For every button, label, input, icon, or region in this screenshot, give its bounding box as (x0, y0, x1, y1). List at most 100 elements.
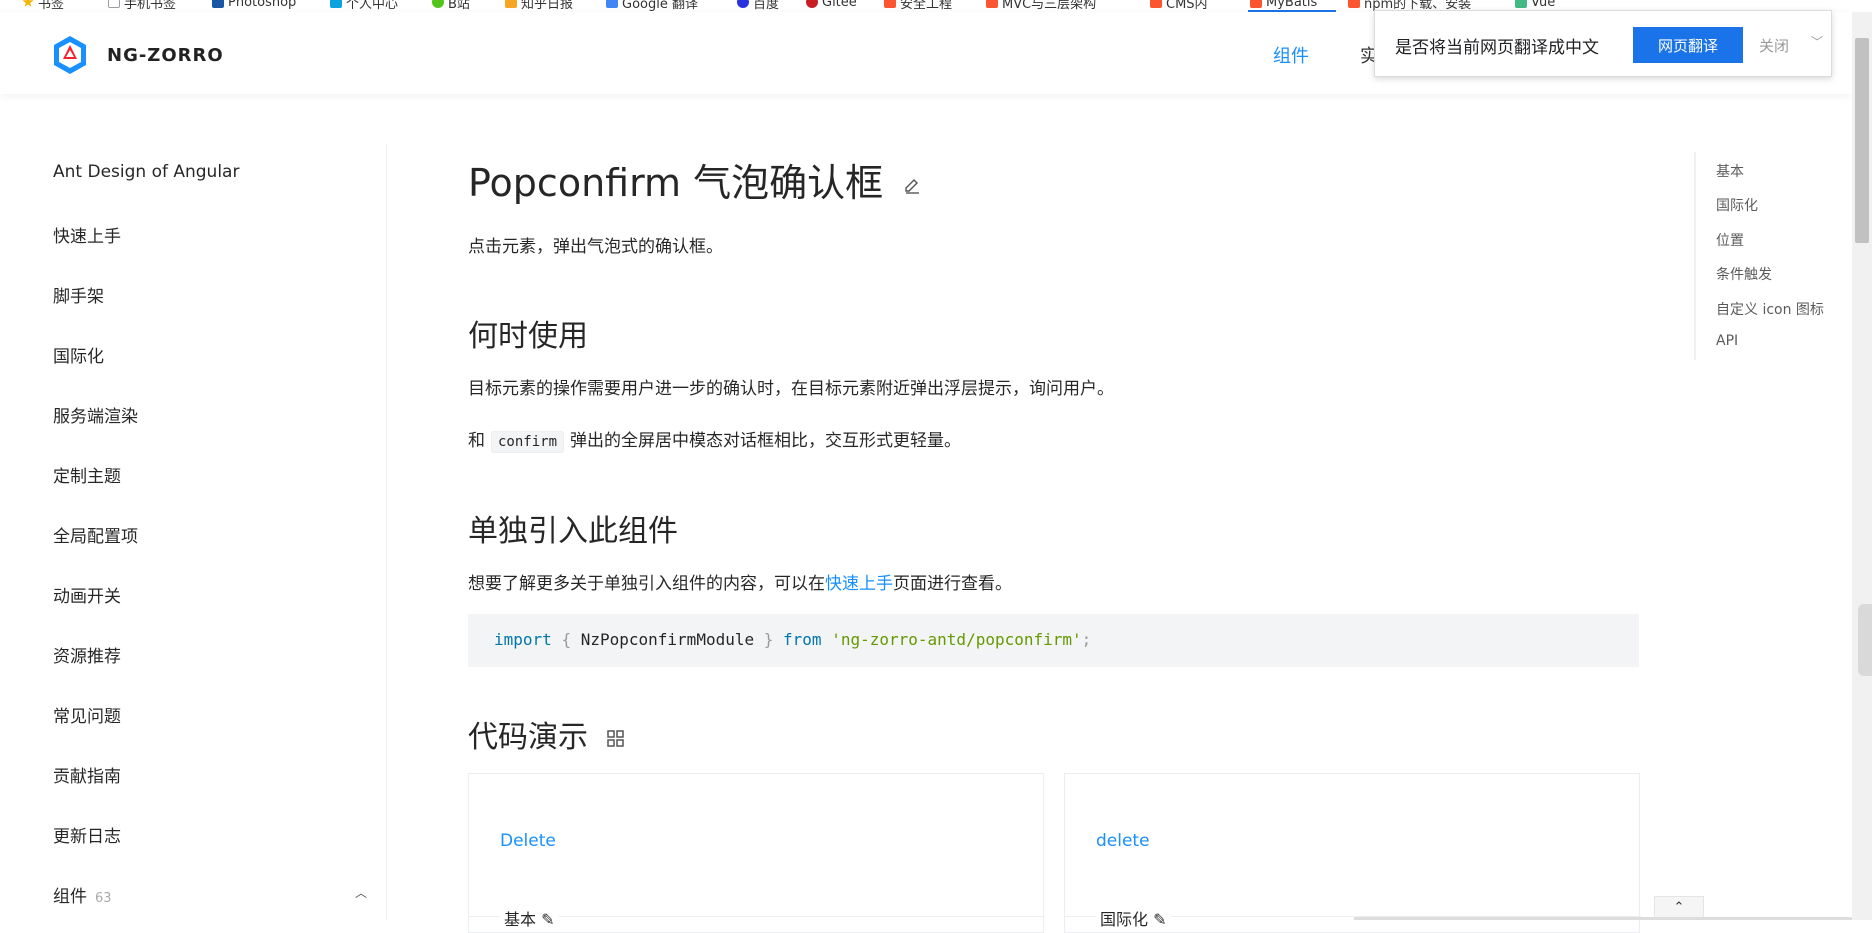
sidebar-item-theme[interactable]: 定制主题 (53, 462, 121, 487)
nav-components[interactable]: 组件 (1273, 42, 1309, 68)
csdn-icon (1250, 0, 1262, 8)
bookmark-label: 百度 (753, 0, 780, 12)
text: 页面进行查看。 (893, 574, 1012, 594)
delete-link[interactable]: delete (1096, 831, 1150, 851)
csdn-icon (986, 0, 998, 8)
bookmark-label: Gitee (822, 0, 857, 10)
text: 弹出的全屏居中模态对话框相比，交互形式更轻量。 (570, 431, 962, 451)
sidebar-item-contributing[interactable]: 贡献指南 (53, 762, 121, 787)
sidebar-item-label: 组件 (53, 887, 87, 907)
bookmark-label: MyBatis (1266, 0, 1318, 10)
anchor-item-api[interactable]: API (1716, 333, 1738, 349)
expand-all-icon[interactable] (606, 729, 626, 749)
text: 想要了解更多关于单独引入组件的内容，可以在 (468, 574, 825, 594)
import-code-block[interactable]: import { NzPopconfirmModule } from 'ng-z… (468, 614, 1639, 667)
bookmark-item[interactable]: Gitee (806, 0, 857, 10)
sidebar-item-components[interactable]: 组件 63 (53, 882, 112, 907)
bookmark-item[interactable]: Photoshop (212, 0, 296, 10)
csdn-icon (1150, 0, 1162, 8)
delete-link[interactable]: Delete (500, 831, 556, 851)
bookmark-item[interactable]: 知乎日报 (505, 0, 574, 12)
translate-page-button[interactable]: 网页翻译 (1633, 27, 1743, 63)
brand-name[interactable]: NG-ZORRO (107, 45, 224, 66)
section-when-to-use: 何时使用 (468, 319, 588, 354)
gitee-icon (806, 0, 818, 8)
baidu-icon (737, 0, 749, 8)
bookmark-label: B站 (448, 0, 470, 12)
page-scrollbar[interactable] (1852, 12, 1872, 920)
bookmark-label: Vue (1531, 0, 1556, 10)
anchor-item-custom-icon[interactable]: 自定义 icon 图标 (1716, 299, 1824, 319)
chevron-down-icon[interactable]: ﹀ (1811, 33, 1823, 50)
google-translate-icon (606, 0, 618, 8)
demo-card-title: 国际化 ✎ (1096, 906, 1171, 930)
quick-start-link[interactable]: 快速上手 (825, 574, 893, 594)
bookmark-item[interactable]: 手机书签 (108, 0, 177, 12)
bookmark-item[interactable]: npm的下载、安装 (1348, 0, 1471, 12)
bookmark-item[interactable]: 个人中心 (330, 0, 399, 12)
bookmark-label: 手机书签 (124, 0, 177, 12)
code-string: 'ng-zorro-antd/popconfirm' (831, 630, 1082, 649)
translate-prompt: 是否将当前网页翻译成中文 (1395, 38, 1599, 58)
page-title-text: Popconfirm 气泡确认框 (468, 161, 884, 205)
bookmark-label: 书签 (38, 0, 65, 12)
bookmark-label: 个人中心 (346, 0, 399, 12)
bookmark-label: Google 翻译 (622, 0, 698, 12)
csdn-icon (884, 0, 896, 8)
code-punct: ; (1081, 630, 1092, 649)
sidebar-item-scaffold[interactable]: 脚手架 (53, 282, 104, 307)
code-punct: } (763, 630, 774, 649)
anchor-item-conditional[interactable]: 条件触发 (1716, 264, 1772, 284)
scrollbar-thumb[interactable] (1855, 38, 1869, 243)
bookmark-item[interactable]: Google 翻译 (606, 0, 698, 12)
sidebar-item-ant-design[interactable]: Ant Design of Angular (53, 162, 239, 182)
sidebar-item-faq[interactable]: 常见问题 (53, 702, 121, 727)
demo-card-i18n: delete 国际化 ✎ (1064, 773, 1641, 933)
when-paragraph-2: 和 confirm 弹出的全屏居中模态对话框相比，交互形式更轻量。 (468, 426, 962, 453)
page-anchor-toc: 基本 国际化 位置 条件触发 自定义 icon 图标 API (1694, 152, 1854, 360)
bookmark-item[interactable]: CMS内 (1150, 0, 1208, 12)
bookmark-item[interactable]: B站 (432, 0, 470, 12)
bookmark-item[interactable]: Vue (1515, 0, 1556, 10)
component-count: 63 (95, 891, 112, 906)
demo-card-basic: Delete 基本 ✎ (468, 773, 1045, 933)
anchor-item-basic[interactable]: 基本 (1716, 161, 1744, 181)
phone-icon (108, 0, 120, 8)
translate-close-button[interactable]: 关闭 (1759, 35, 1789, 56)
sidebar-item-changelog[interactable]: 更新日志 (53, 822, 121, 847)
code-identifier: NzPopconfirmModule (580, 630, 755, 649)
translate-popup: 是否将当前网页翻译成中文 网页翻译 关闭 ﹀ (1374, 10, 1832, 77)
ng-zorro-logo-icon[interactable] (52, 35, 88, 75)
anchor-item-placement[interactable]: 位置 (1716, 230, 1744, 250)
bookmark-label: MVC与三层架构 (1002, 0, 1097, 12)
anchor-item-i18n[interactable]: 国际化 (1716, 195, 1758, 215)
sidebar-nav: Ant Design of Angular 快速上手 脚手架 国际化 服务端渲染… (0, 144, 387, 920)
vue-icon (1515, 0, 1527, 8)
bookmark-item[interactable]: 书签 (22, 0, 65, 12)
page-description: 点击元素，弹出气泡式的确认框。 (468, 237, 723, 257)
edit-icon[interactable] (903, 177, 921, 195)
bilibili-icon (330, 0, 342, 8)
chevron-up-icon[interactable]: ︿ (355, 884, 367, 901)
section-demos: 代码演示 (468, 712, 626, 756)
bookmark-item[interactable]: 安全工程 (884, 0, 952, 12)
sidebar-item-resources[interactable]: 资源推荐 (53, 642, 121, 667)
sidebar-item-global-config[interactable]: 全局配置项 (53, 522, 138, 547)
demo-heading-text: 代码演示 (468, 720, 588, 755)
text: 和 (468, 431, 485, 451)
sidebar-item-quick-start[interactable]: 快速上手 (53, 222, 121, 247)
bookmark-label: 知乎日报 (521, 0, 574, 12)
sidebar-item-i18n[interactable]: 国际化 (53, 342, 104, 367)
code-punct: { (561, 630, 572, 649)
bookmark-item[interactable]: MVC与三层架构 (986, 0, 1097, 12)
code-keyword: import (494, 630, 552, 649)
when-paragraph-1: 目标元素的操作需要用户进一步的确认时，在目标元素附近弹出浮层提示，询问用户。 (468, 379, 1114, 399)
photoshop-icon (212, 0, 224, 8)
sidebar-item-ssr[interactable]: 服务端渲染 (53, 402, 138, 427)
sidebar-item-animation[interactable]: 动画开关 (53, 582, 121, 607)
bookmark-item[interactable]: 百度 (737, 0, 780, 12)
bookmark-item[interactable]: MyBatis (1250, 0, 1318, 10)
side-drawer-handle[interactable] (1858, 604, 1872, 676)
inline-code: confirm (491, 431, 565, 453)
csdn-icon (1348, 0, 1360, 8)
